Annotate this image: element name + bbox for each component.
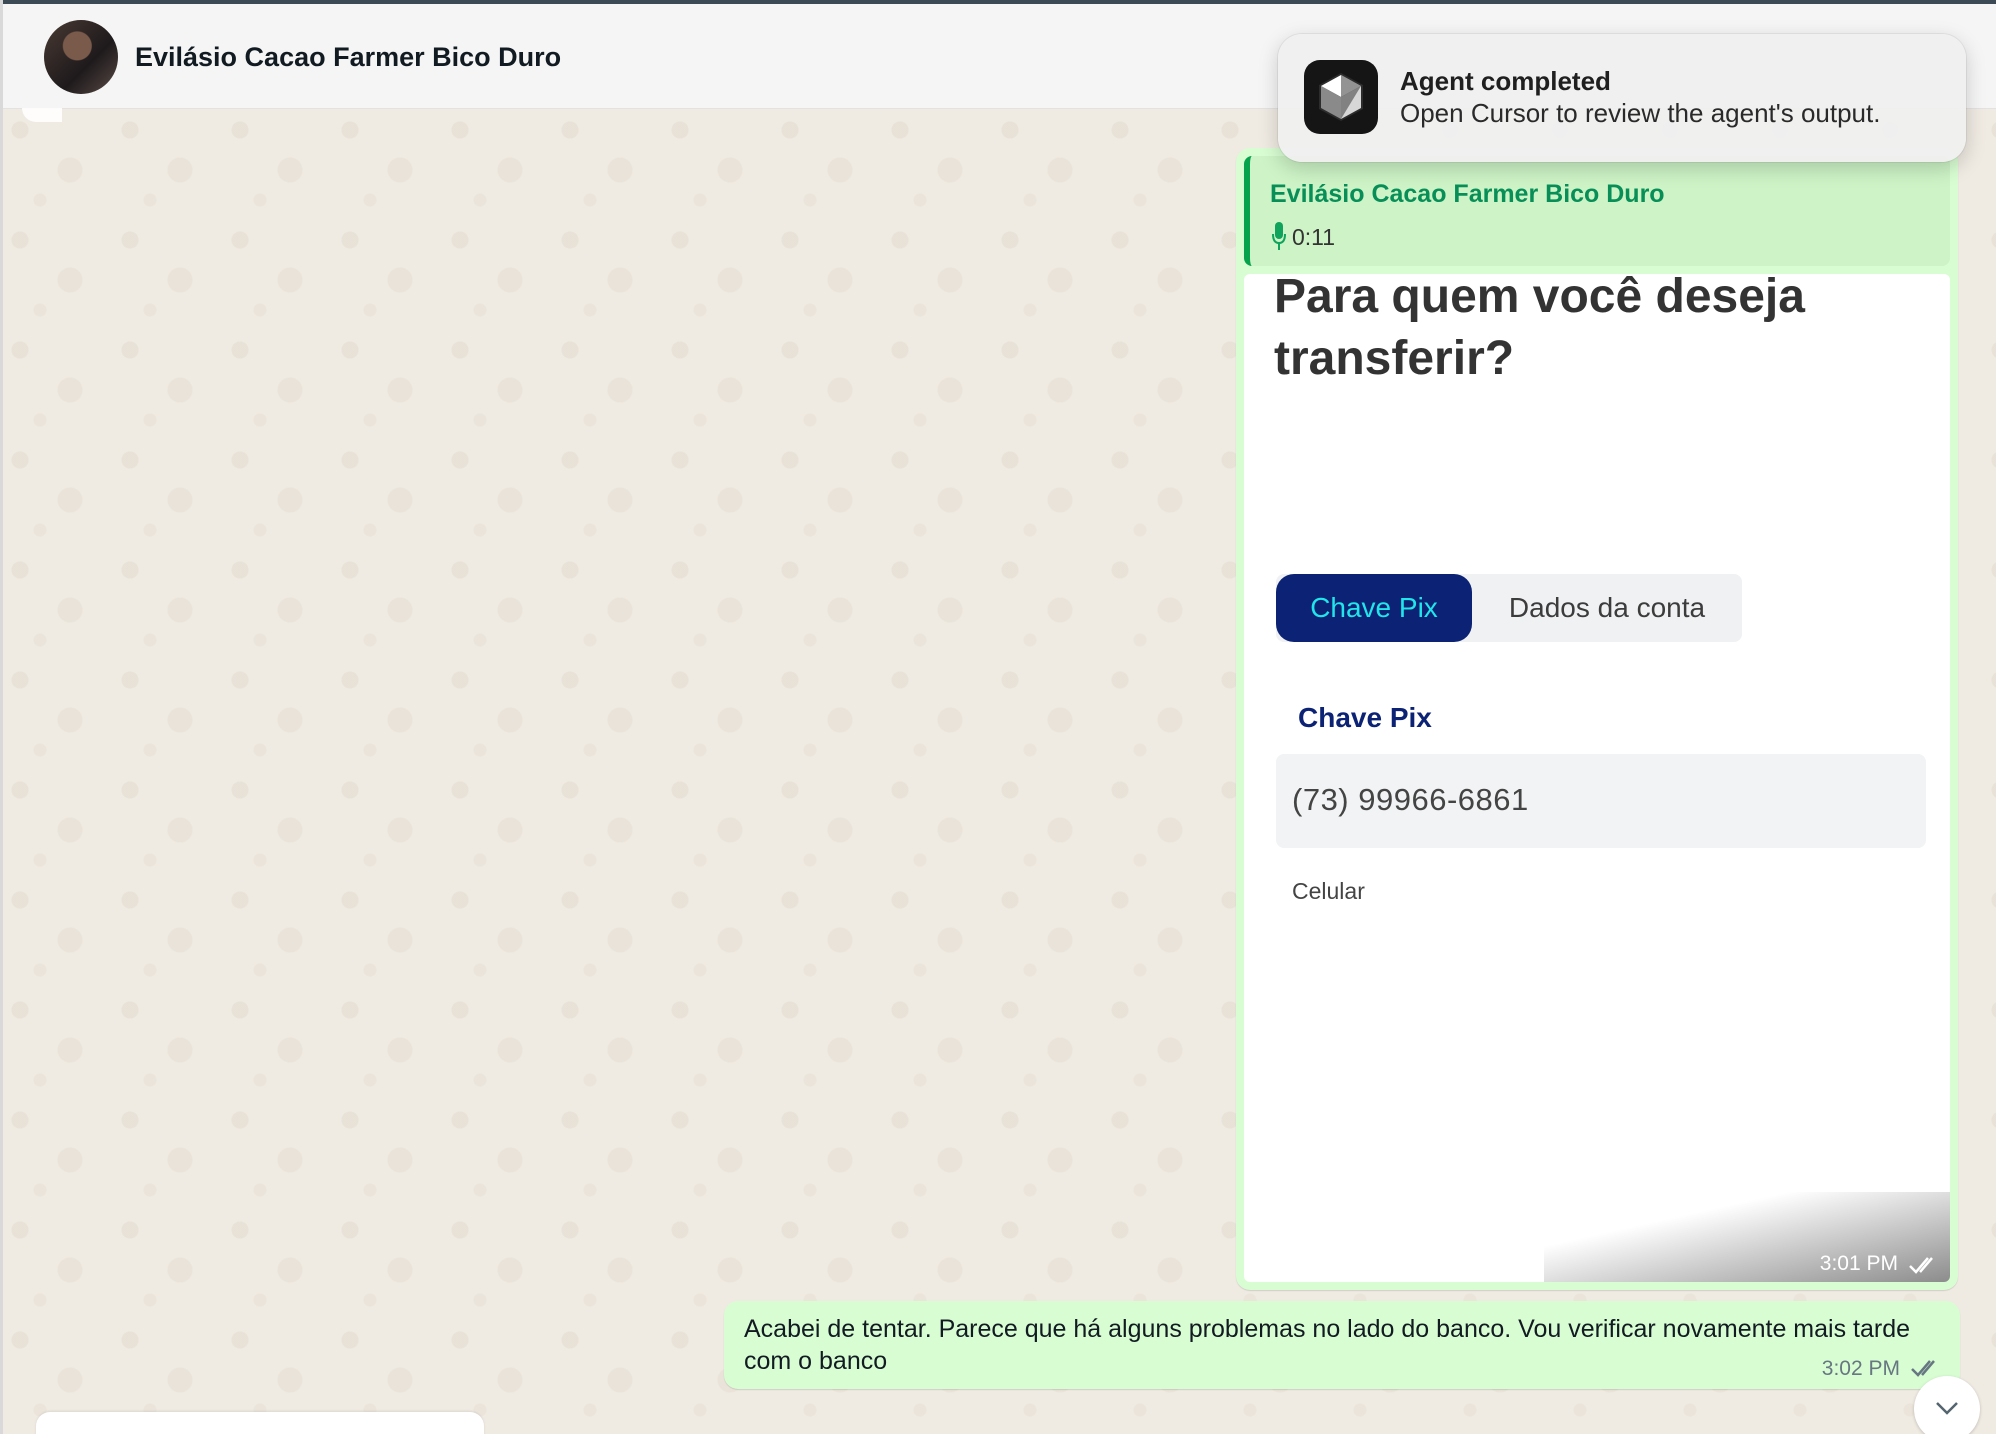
double-check-icon [1911, 1360, 1935, 1377]
notification-body: Open Cursor to review the agent's output… [1400, 98, 1881, 128]
transfer-type-tabs: Chave Pix Dados da conta [1276, 574, 1742, 642]
pix-key-value: (73) 99966-6861 [1292, 782, 1529, 817]
contact-avatar[interactable] [44, 20, 118, 94]
message-composer[interactable] [36, 1412, 484, 1434]
system-notification[interactable]: Agent completed Open Cursor to review th… [1278, 34, 1966, 162]
scroll-to-bottom-button[interactable] [1914, 1376, 1980, 1434]
tab-dados-da-conta[interactable]: Dados da conta [1472, 574, 1742, 642]
tab-chave-pix[interactable]: Chave Pix [1276, 574, 1472, 642]
voice-duration: 0:11 [1292, 224, 1336, 250]
microphone-icon [1272, 222, 1286, 250]
quoted-author: Evilásio Cacao Farmer Bico Duro [1270, 180, 1665, 208]
pix-key-input[interactable]: (73) 99966-6861 [1276, 754, 1926, 848]
outgoing-message-text[interactable]: Acabei de tentar. Parece que há alguns p… [724, 1301, 1960, 1389]
message-time: 3:01 PM [1819, 1252, 1898, 1275]
pix-key-label: Chave Pix [1298, 702, 1432, 733]
notification-title: Agent completed [1400, 66, 1611, 96]
pix-key-type-hint: Celular [1292, 878, 1365, 904]
cursor-app-icon [1304, 60, 1378, 134]
window-left-border [0, 0, 3, 1434]
message-text: Acabei de tentar. Parece que há alguns p… [744, 1315, 1911, 1375]
double-check-icon [1909, 1257, 1933, 1274]
chevron-down-icon [1936, 1402, 1958, 1415]
outgoing-message-image[interactable]: Evilásio Cacao Farmer Bico Duro 0:11 Par… [1236, 148, 1958, 1290]
transfer-title: Para quem você deseja transferir? [1274, 274, 1805, 385]
quoted-voice-message[interactable]: Evilásio Cacao Farmer Bico Duro 0:11 [1244, 156, 1950, 266]
contact-name[interactable]: Evilásio Cacao Farmer Bico Duro [135, 42, 561, 73]
header-bubble-tail [22, 108, 62, 122]
message-image-screenshot[interactable]: Para quem você deseja transferir? Chave … [1244, 274, 1950, 1282]
message-time: 3:02 PM [1821, 1357, 1900, 1380]
